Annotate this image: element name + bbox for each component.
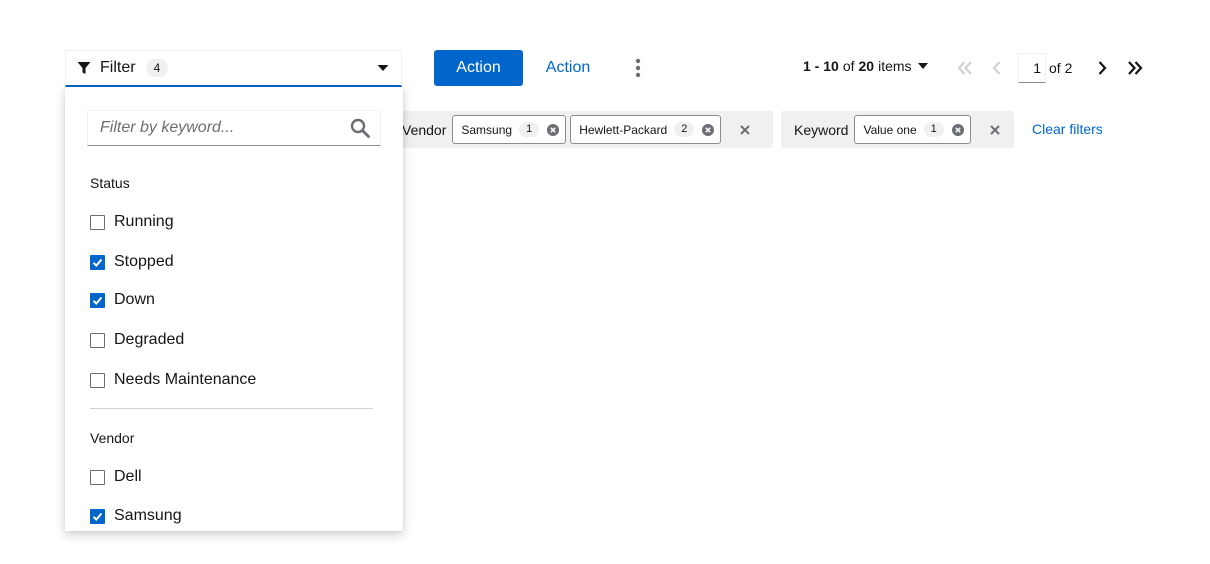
filter-toggle-label: Filter (100, 59, 136, 76)
remove-chip-icon[interactable] (951, 123, 964, 136)
option-label: Needs Maintenance (114, 371, 257, 388)
close-icon (740, 124, 751, 135)
next-page-button[interactable] (1090, 56, 1114, 80)
checkbox-checked[interactable] (90, 292, 105, 308)
filter-group-title-status: Status (90, 175, 130, 191)
angle-left-icon (992, 61, 1001, 75)
page-number-input[interactable] (1018, 53, 1046, 83)
option-label: Samsung (114, 507, 182, 524)
option-label: Running (114, 213, 174, 230)
double-angle-right-icon (1128, 61, 1143, 75)
chip-label: Samsung (461, 122, 513, 137)
chip-count: 2 (674, 122, 695, 137)
previous-page-button[interactable] (985, 56, 1009, 80)
chip-label: Hewlett-Packard (579, 122, 668, 137)
option-degraded[interactable]: Degraded (90, 329, 184, 351)
option-samsung[interactable]: Samsung (90, 505, 182, 527)
option-needs-maintenance[interactable]: Needs Maintenance (90, 369, 256, 391)
filter-count-badge: 4 (145, 59, 169, 77)
close-icon (990, 124, 1000, 135)
chip-group-category: Vendor (402, 121, 447, 138)
checkbox-checked[interactable] (90, 254, 105, 270)
chip-samsung: Samsung 1 (452, 115, 567, 144)
option-label: Down (114, 291, 155, 308)
checkbox-unchecked[interactable] (90, 332, 105, 348)
filter-toggle[interactable]: Filter 4 (65, 50, 402, 87)
primary-action-button[interactable]: Action (434, 50, 523, 86)
kebab-icon (635, 58, 641, 78)
keyword-search-box (87, 110, 381, 146)
option-label: Stopped (114, 253, 174, 270)
double-angle-left-icon (957, 61, 972, 75)
option-stopped[interactable]: Stopped (90, 251, 174, 273)
checkbox-checked[interactable] (90, 508, 105, 524)
last-page-button[interactable] (1123, 56, 1147, 80)
group-divider (90, 408, 373, 409)
option-label: Degraded (114, 331, 185, 348)
filter-group-title-vendor: Vendor (90, 430, 135, 446)
search-icon (350, 118, 370, 138)
chip-count: 1 (519, 122, 540, 137)
filter-dropdown-menu: Status Running Stopped Down Degraded Nee… (65, 87, 403, 531)
chip-value-one: Value one 1 (854, 115, 971, 144)
option-dell[interactable]: Dell (90, 466, 142, 488)
angle-right-icon (1098, 61, 1107, 75)
option-down[interactable]: Down (90, 289, 155, 311)
caret-down-icon (377, 65, 389, 71)
chip-hewlett-packard: Hewlett-Packard 2 (570, 115, 722, 144)
link-action-button[interactable]: Action (534, 50, 602, 86)
pagination-of: of (842, 58, 855, 74)
pagination-range: 1 - 10 (803, 58, 839, 74)
check-icon (92, 296, 103, 305)
clear-filters-link[interactable]: Clear filters (1032, 121, 1103, 137)
check-icon (92, 512, 103, 521)
chip-label: Value one (863, 122, 917, 137)
checkbox-unchecked[interactable] (90, 372, 105, 388)
kebab-menu-button[interactable] (624, 52, 652, 84)
close-chip-group-button[interactable] (733, 118, 757, 142)
remove-chip-icon[interactable] (702, 123, 715, 136)
check-icon (92, 258, 103, 267)
checkbox-unchecked[interactable] (90, 214, 105, 230)
chip-group-category: Keyword (794, 121, 849, 138)
close-chip-group-button[interactable] (983, 118, 1007, 142)
page-count: of 2 (1049, 60, 1073, 76)
pagination-options-toggle[interactable]: 1 - 10 of 20 items (803, 58, 928, 74)
toolbar-page: Filter 4 Action Action 1 - 10 of 20 item… (0, 0, 1210, 564)
option-running[interactable]: Running (90, 211, 174, 233)
checkbox-unchecked[interactable] (90, 469, 105, 485)
caret-down-icon (917, 63, 928, 69)
filter-icon (77, 62, 91, 74)
first-page-button[interactable] (953, 56, 977, 80)
chip-group-vendor: Vendor Samsung 1 Hewlett-Packard 2 (380, 111, 773, 148)
chip-group-keyword: Keyword Value one 1 (781, 111, 1014, 148)
remove-chip-icon[interactable] (547, 123, 560, 136)
pagination-items-word: items (878, 58, 912, 74)
chip-count: 1 (923, 122, 944, 137)
pagination-total: 20 (858, 58, 875, 74)
option-label: Dell (114, 468, 142, 485)
keyword-search-input[interactable] (98, 118, 350, 138)
